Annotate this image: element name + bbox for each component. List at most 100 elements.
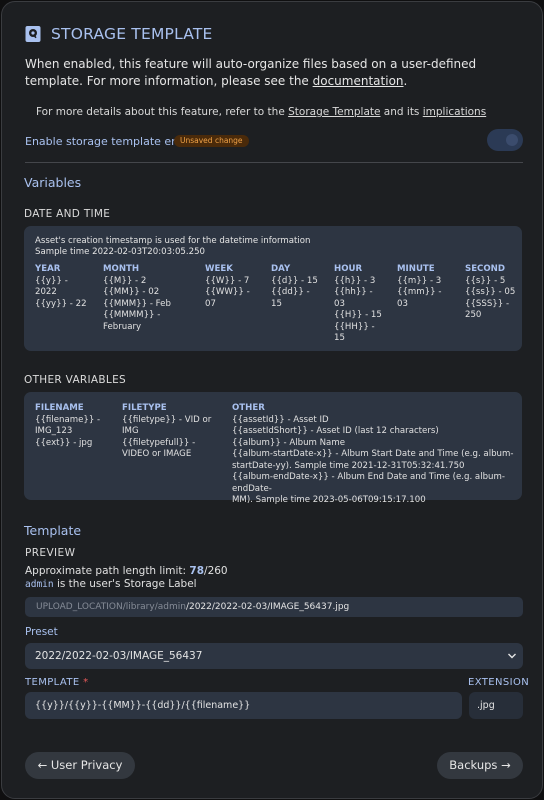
- column-line: MM). Sample time 2023-05-06T09:15:17.100: [232, 495, 426, 505]
- column-line: {{MMM}} - Feb: [103, 298, 171, 309]
- column-line: {{h}} - 3: [334, 275, 376, 286]
- limit-suffix: /260: [204, 565, 228, 577]
- path-prefix: UPLOAD_LOCATION/library/admin: [36, 602, 186, 612]
- column-line: {{filename}} -: [35, 414, 101, 425]
- column-line: startDate-yy). Sample time 2021-12-31T05…: [232, 460, 465, 471]
- datetime-panel: Asset's creation timestamp is used for t…: [24, 226, 522, 351]
- datetime-info: Asset's creation timestamp is used for t…: [35, 236, 311, 246]
- next-label: Backups: [449, 758, 498, 772]
- column-line: 250: [465, 310, 482, 320]
- page-title: STORAGE TEMPLATE: [51, 25, 213, 43]
- variables-title: Variables: [24, 175, 82, 190]
- divider: [25, 162, 523, 163]
- column-line: {{m}} - 3: [397, 275, 442, 286]
- extension-field: .jpg: [469, 692, 523, 719]
- column-line: {{album-startDate-x}} - Album Start Date…: [232, 449, 514, 459]
- column-line: {{y}} -: [35, 275, 68, 286]
- column-line: 2022: [35, 287, 57, 297]
- column-heading: MINUTE: [397, 264, 435, 274]
- preview-label: PREVIEW: [25, 547, 76, 559]
- header-description: When enabled, this feature will auto-org…: [25, 56, 525, 90]
- column-line: {{HH}} -: [334, 321, 375, 332]
- extension-label: EXTENSION: [468, 677, 530, 688]
- path-length-limit: Approximate path length limit: 78/260: [25, 565, 228, 577]
- column-heading: MONTH: [103, 264, 140, 274]
- storage-label-info: admin is the user's Storage Label: [25, 578, 197, 590]
- column-line: 15: [334, 333, 345, 343]
- column-line: {{filetypefull}} -: [122, 437, 196, 448]
- column-line: {{mm}} -: [397, 287, 442, 297]
- chevron-down-icon: [507, 643, 517, 680]
- arrow-left-icon: ←: [37, 758, 48, 772]
- column-line: {{MM}} - 02: [103, 287, 160, 297]
- path-value: /2022/2022-02-03/IMAGE_56437.jpg: [185, 602, 350, 612]
- column-line: {{album-endDate-x}} - Album End Date and…: [232, 472, 505, 494]
- backups-button[interactable]: Backups →: [437, 752, 523, 779]
- limit-value: 78: [189, 565, 205, 577]
- column-heading: FILETYPE: [122, 403, 167, 413]
- other-variables-title: OTHER VARIABLES: [24, 374, 126, 386]
- preset-label: Preset: [25, 626, 58, 638]
- arrow-right-icon: →: [501, 758, 511, 772]
- column-line: {{hh}} -: [334, 287, 373, 297]
- template-label: TEMPLATE *: [25, 677, 89, 688]
- column-line: VIDEO or IMAGE: [122, 449, 192, 459]
- column-line: {{ss}} - 05: [465, 287, 516, 297]
- toggle-knob: [506, 134, 518, 146]
- column-line: {{dd}} -: [271, 287, 310, 297]
- column-heading: YEAR: [35, 264, 61, 274]
- column-heading: SECOND: [465, 264, 505, 274]
- preset-select[interactable]: 2022/2022-02-03/IMAGE_56437: [25, 643, 523, 669]
- column-line: {{MMMM}} -: [103, 310, 161, 320]
- column-line: 03: [397, 298, 408, 309]
- filename-column: FILENAME {{filename}} - IMG_123 {{ext}} …: [35, 403, 115, 449]
- column-line: 15: [271, 298, 282, 309]
- month-column: MONTH {{M}} - 2 {{MM}} - 02 {{MMM}} - Fe…: [103, 264, 183, 333]
- column-line: 07: [205, 298, 216, 309]
- storage-label: admin: [25, 579, 54, 590]
- week-column: WEEK {{W}} - 7 {{WW}} - 07: [205, 264, 265, 310]
- template-title: Template: [24, 523, 82, 538]
- settings-card: STORAGE TEMPLATE When enabled, this feat…: [1, 1, 543, 799]
- year-column: YEAR {{y}} - 2022 {{yy}} - 22: [35, 264, 95, 310]
- column-line: {{filetype}} - VID or: [122, 414, 212, 425]
- column-line: {{album}} - Album Name: [232, 437, 345, 448]
- description-end: .: [403, 74, 408, 88]
- column-heading: WEEK: [205, 264, 233, 274]
- description-text: When enabled, this feature will auto-org…: [25, 57, 477, 88]
- column-line: {{d}} - 15: [271, 275, 318, 286]
- datetime-title: DATE AND TIME: [24, 208, 111, 220]
- template-input[interactable]: {{y}}/{{y}}-{{MM}}-{{dd}}/{{filename}}: [25, 692, 462, 719]
- path-preview: UPLOAD_LOCATION/library/admin/2022/2022-…: [25, 597, 523, 617]
- implications-link[interactable]: implications: [423, 106, 486, 118]
- column-heading: HOUR: [334, 264, 363, 274]
- datetime-sample: Sample time 2022-02-03T20:03:05.250: [35, 247, 206, 257]
- enable-engine-toggle[interactable]: [487, 129, 523, 151]
- minute-column: MINUTE {{m}} - 3 {{mm}} - 03: [397, 264, 459, 310]
- column-line: {{SSS}} -: [465, 298, 510, 309]
- storage-template-icon: [24, 25, 42, 43]
- column-line: {{yy}} - 22: [35, 298, 87, 309]
- documentation-link[interactable]: documentation: [313, 74, 404, 88]
- column-line: February: [103, 321, 142, 332]
- storage-template-link[interactable]: Storage Template: [288, 106, 380, 118]
- column-line: {{H}} - 15: [334, 310, 382, 320]
- filetype-column: FILETYPE {{filetype}} - VID or IMG {{fil…: [122, 403, 232, 461]
- column-heading: DAY: [271, 264, 291, 274]
- column-line: IMG_123: [35, 426, 73, 436]
- column-line: {{assetIdShort}} - Asset ID (last 12 cha…: [232, 426, 439, 436]
- user-privacy-button[interactable]: ← User Privacy: [25, 752, 135, 779]
- note-middle: and its: [380, 106, 423, 118]
- column-heading: OTHER: [232, 403, 265, 413]
- template-label-text: TEMPLATE: [25, 677, 80, 688]
- note-prefix: For more details about this feature, ref…: [36, 106, 289, 118]
- column-line: {{assetId}} - Asset ID: [232, 414, 329, 425]
- day-column: DAY {{d}} - 15 {{dd}} - 15: [271, 264, 331, 310]
- column-line: {{ext}} - jpg: [35, 437, 93, 448]
- other-variables-panel: FILENAME {{filename}} - IMG_123 {{ext}} …: [24, 392, 522, 505]
- column-line: IMG: [122, 426, 139, 436]
- limit-prefix: Approximate path length limit:: [25, 565, 190, 577]
- storage-label-suffix: is the user's Storage Label: [53, 578, 197, 590]
- back-label: User Privacy: [50, 758, 123, 772]
- column-line: 03: [334, 298, 345, 309]
